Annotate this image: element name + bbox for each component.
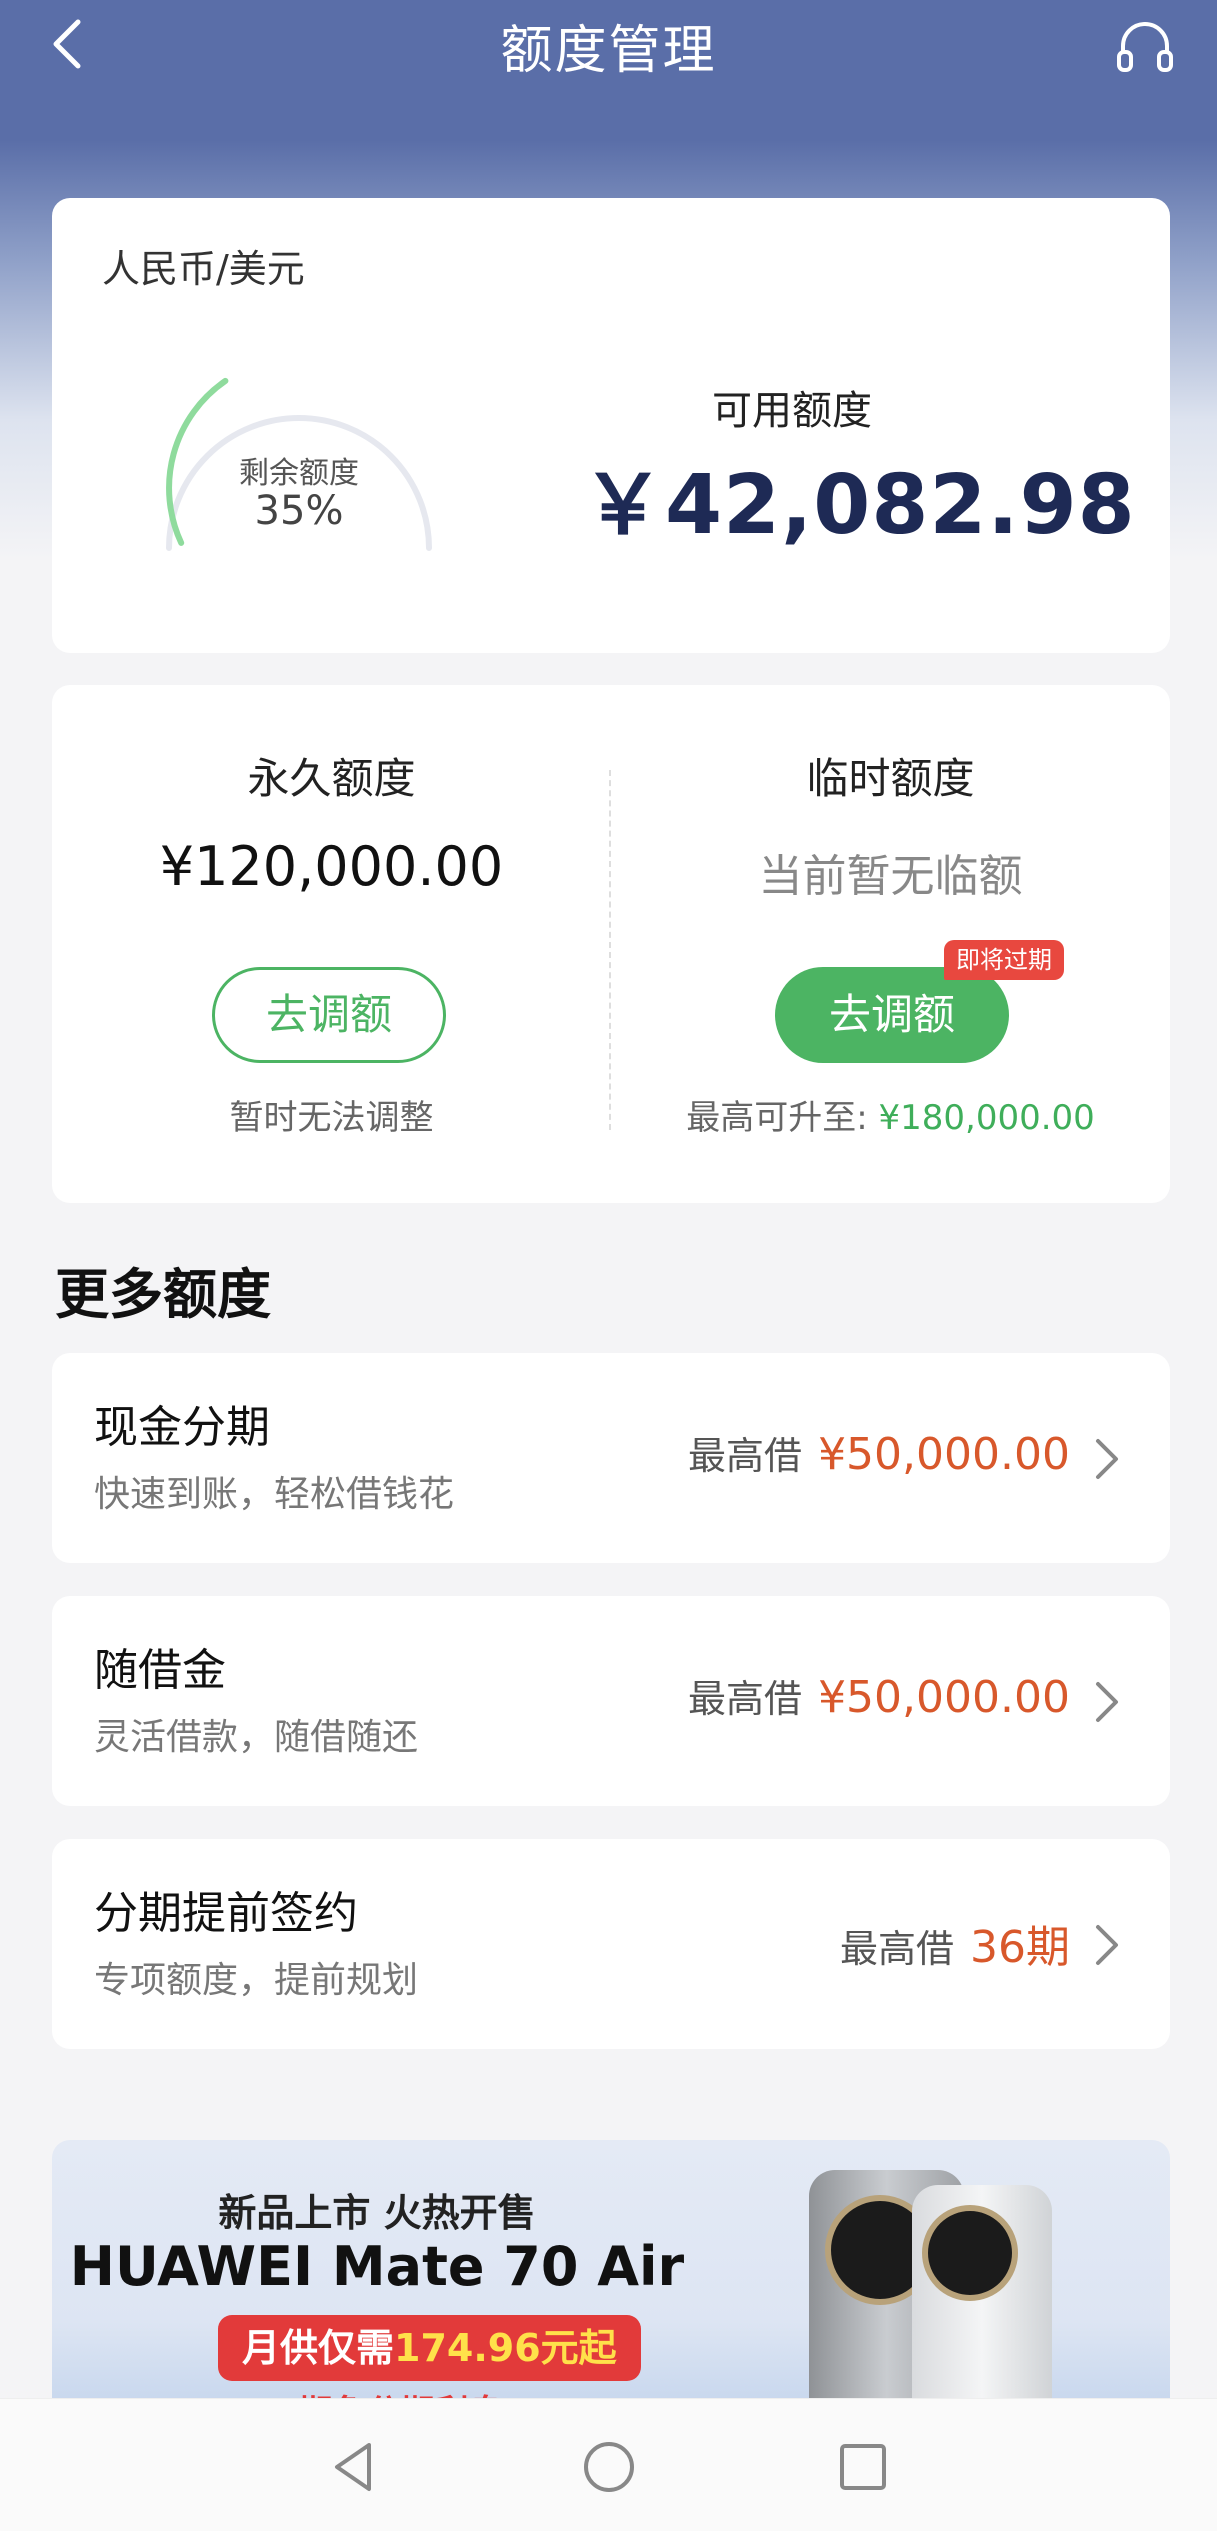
chevron-right-icon <box>1096 1439 1118 1479</box>
chevron-right-icon <box>1096 1925 1118 1965</box>
circle-home-icon[interactable] <box>579 2437 639 2497</box>
list-item-subtitle: 灵活借款，随借随还 <box>94 1717 419 1758</box>
max-raise-amount: ¥180,000.00 <box>878 1098 1095 1138</box>
remaining-credit-label: 剩余额度 <box>239 456 359 491</box>
list-item-subtitle: 快速到账，轻松借钱花 <box>94 1474 455 1515</box>
adjust-temporary-limit-button[interactable]: 去调额 <box>775 967 1009 1063</box>
available-credit-amount: ￥42,082.98 <box>582 458 1136 553</box>
list-item-title: 现金分期 <box>94 1402 270 1453</box>
list-item-advance-installment-signing[interactable]: 分期提前签约 专项额度，提前规划 最高借 36期 <box>52 1839 1170 2049</box>
promo-banner[interactable]: 新品上市 火热开售 HUAWEI Mate 70 Air 月供仅需174.96元… <box>52 2140 1170 2400</box>
system-navigation-bar <box>0 2398 1217 2531</box>
list-item-cash-installment[interactable]: 现金分期 快速到账，轻松借钱花 最高借 ¥50,000.00 <box>52 1353 1170 1563</box>
max-borrow-label: 最高借 <box>839 1927 954 1971</box>
credit-limits-card: 永久额度 ¥120,000.00 去调额 暂时无法调整 临时额度 当前暂无临额 … <box>52 685 1170 1203</box>
camera-module <box>922 2205 1018 2301</box>
promo-headline: 新品上市 火热开售 <box>218 2191 536 2235</box>
list-item-max-borrow: 最高借 ¥50,000.00 <box>688 1668 1070 1723</box>
max-borrow-label: 最高借 <box>688 1434 803 1478</box>
expiring-soon-badge: 即将过期 <box>944 940 1064 980</box>
permanent-limit-value: ¥120,000.00 <box>159 835 504 898</box>
promo-price-value: 174.96元起 <box>394 2326 617 2370</box>
currency-label: 人民币/美元 <box>102 247 305 291</box>
max-raise-label: 最高可升至: <box>686 1098 868 1138</box>
max-borrow-amount: ¥50,000.00 <box>818 1672 1070 1723</box>
navigation-bar: 额度管理 <box>0 0 1217 90</box>
permanent-limit-note: 暂时无法调整 <box>229 1098 434 1138</box>
square-recents-icon[interactable] <box>833 2437 893 2497</box>
temporary-limit-note: 最高可升至: ¥180,000.00 <box>611 1090 1170 1139</box>
chevron-right-icon <box>1096 1682 1118 1722</box>
temporary-limit-value: 当前暂无临额 <box>758 851 1023 902</box>
list-item-max-borrow: 最高借 36期 <box>840 1911 1070 1975</box>
max-borrow-amount: 36期 <box>970 1922 1070 1973</box>
more-credit-heading: 更多额度 <box>55 1263 271 1326</box>
max-borrow-amount: ¥50,000.00 <box>818 1429 1070 1480</box>
list-item-title: 分期提前签约 <box>94 1888 358 1939</box>
adjust-permanent-limit-button[interactable]: 去调额 <box>212 967 446 1063</box>
list-item-subtitle: 专项额度，提前规划 <box>94 1960 419 2001</box>
temporary-limit-title: 临时额度 <box>806 754 975 803</box>
page-title: 额度管理 <box>500 21 717 81</box>
promo-price-pill: 月供仅需174.96元起 <box>218 2315 641 2381</box>
permanent-limit-title: 永久额度 <box>247 754 416 803</box>
available-credit-label: 可用额度 <box>712 388 872 434</box>
list-item-max-borrow: 最高借 ¥50,000.00 <box>688 1425 1070 1480</box>
permanent-limit-section: 永久额度 ¥120,000.00 去调额 暂时无法调整 <box>52 685 611 1203</box>
list-item-flexible-loan[interactable]: 随借金 灵活借款，随借随还 最高借 ¥50,000.00 <box>52 1596 1170 1806</box>
list-item-title: 随借金 <box>94 1645 226 1696</box>
max-borrow-label: 最高借 <box>688 1677 803 1721</box>
promo-product-name: HUAWEI Mate 70 Air <box>69 2235 685 2298</box>
triangle-back-icon[interactable] <box>325 2437 385 2497</box>
promo-price-prefix: 月供仅需 <box>242 2326 395 2370</box>
headset-icon[interactable] <box>1113 14 1177 78</box>
remaining-credit-percent: 35% <box>254 488 344 534</box>
available-credit-card: 人民币/美元 剩余额度 35% 可用额度 ￥42,082.98 <box>52 198 1170 653</box>
temporary-limit-section: 临时额度 当前暂无临额 去调额 即将过期 最高可升至: ¥180,000.00 <box>611 685 1170 1203</box>
